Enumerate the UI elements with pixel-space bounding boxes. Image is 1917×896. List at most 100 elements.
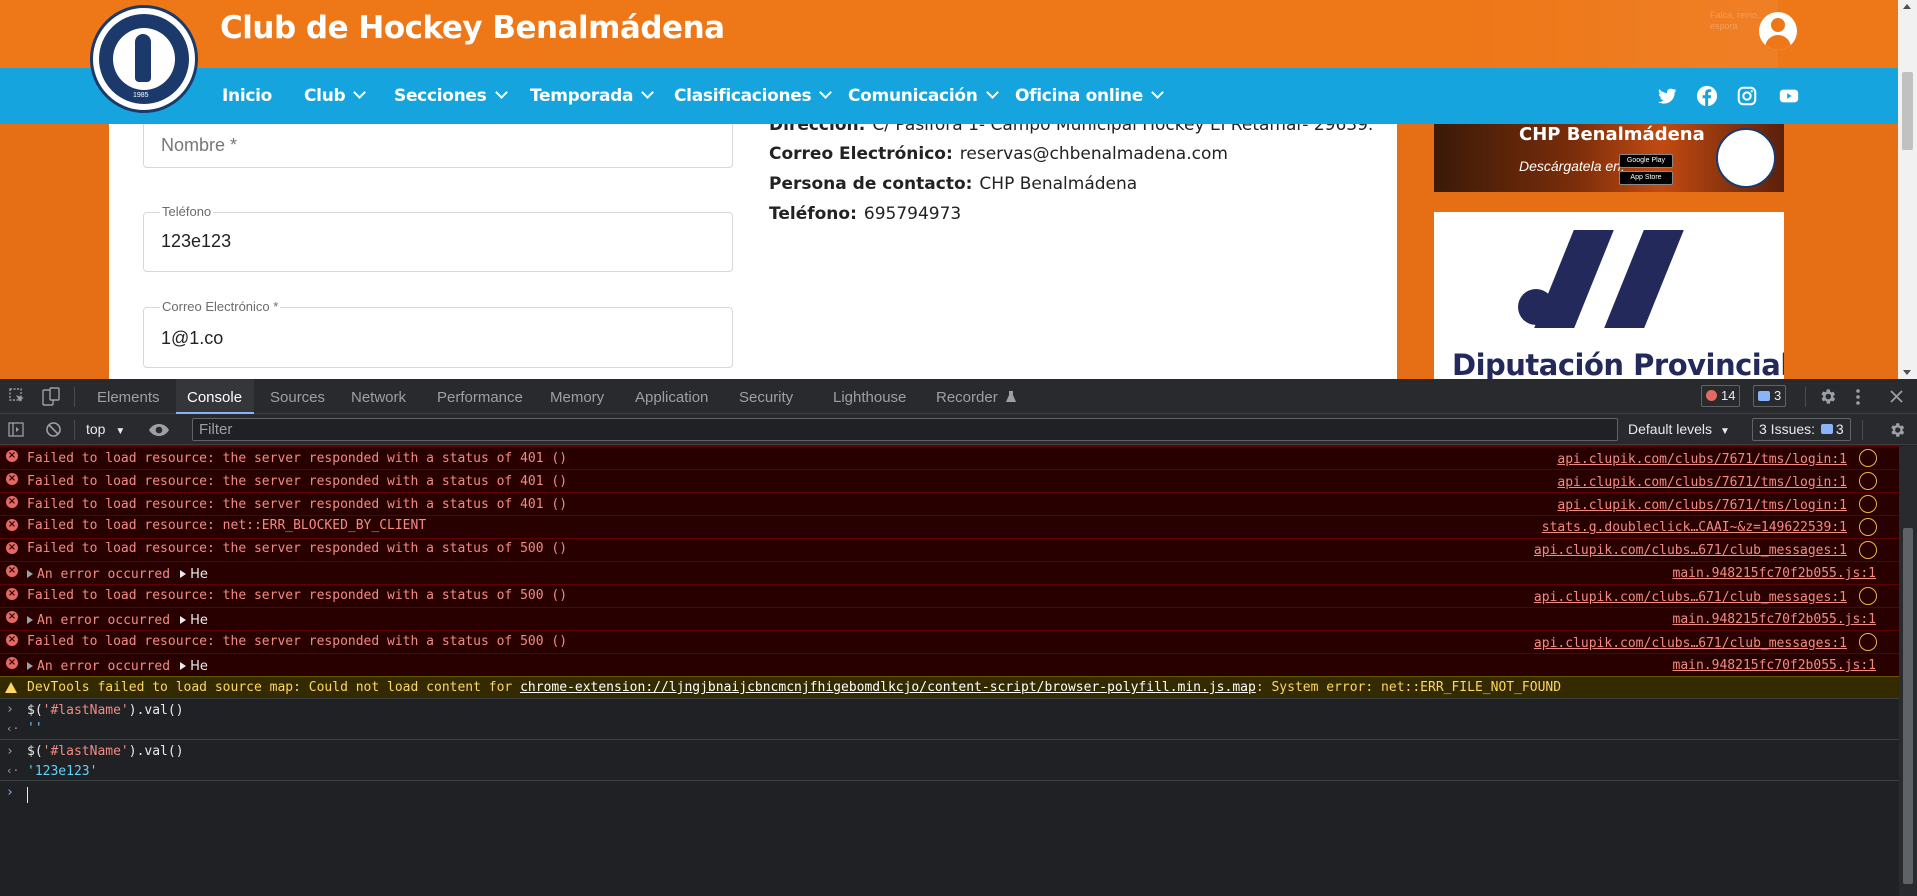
nav-item-temporada[interactable]: Temporada <box>530 86 655 106</box>
message-count-badge[interactable]: 3 <box>1753 385 1787 407</box>
console-input-line[interactable]: › <box>0 780 1899 810</box>
info-phone-value[interactable]: 695794973 <box>864 204 961 224</box>
error-icon: × <box>6 473 18 485</box>
goto-network-icon[interactable] <box>1859 541 1877 559</box>
error-group-message[interactable]: An error occurred He <box>27 567 208 582</box>
nav-item-inicio[interactable]: Inicio <box>222 86 272 106</box>
log-levels-select[interactable]: Default levels ▼ <box>1628 421 1730 437</box>
error-source-link[interactable]: api.clupik.com/clubs/7671/tms/login:1 <box>1557 498 1847 513</box>
twitter-icon[interactable] <box>1656 85 1678 107</box>
tab-elements[interactable]: Elements <box>97 389 160 406</box>
scroll-up-arrow-icon[interactable] <box>1903 4 1911 9</box>
device-toolbar-icon[interactable] <box>42 387 60 406</box>
clear-console-icon[interactable] <box>45 421 62 438</box>
banner-subtitle: Descárgatela en: <box>1519 158 1625 174</box>
filter-placeholder: Filter <box>199 421 233 438</box>
error-source-link[interactable]: api.clupik.com/clubs…671/club_messages:1 <box>1534 636 1847 651</box>
instagram-icon[interactable] <box>1736 85 1758 107</box>
error-source-link[interactable]: main.948215fc70f2b055.js:1 <box>1673 658 1877 673</box>
info-contact: Persona de contacto: CHP Benalmádena <box>769 174 1137 194</box>
error-source-link[interactable]: api.clupik.com/clubs/7671/tms/login:1 <box>1557 475 1847 490</box>
error-icon: × <box>6 657 18 669</box>
console-settings-gear-icon[interactable] <box>1888 421 1906 439</box>
tab-performance[interactable]: Performance <box>437 389 523 406</box>
console-error-group-row[interactable]: × An error occurred He main.948215fc70f2b… <box>0 653 1899 676</box>
error-icon: × <box>6 634 18 646</box>
error-source-link[interactable]: api.clupik.com/clubs…671/club_messages:1 <box>1534 590 1847 605</box>
user-account-icon[interactable] <box>1759 12 1797 50</box>
issues-button[interactable]: 3 Issues: 3 <box>1752 418 1851 441</box>
google-play-badge[interactable]: Google Play <box>1619 154 1673 168</box>
live-expression-eye-icon[interactable] <box>148 423 170 437</box>
console-error-row: × Failed to load resource: the server re… <box>0 630 1899 653</box>
tab-recorder[interactable]: Recorder <box>936 389 1016 406</box>
context-select[interactable]: top ▼ <box>86 421 125 437</box>
nav-item-club[interactable]: Club <box>304 86 367 106</box>
app-download-banner[interactable]: CHP Benalmádena Descárgatela en: Google … <box>1434 124 1784 192</box>
app-store-badge[interactable]: App Store <box>1619 171 1673 185</box>
error-group-message[interactable]: An error occurred He <box>27 613 208 628</box>
chevron-down-icon <box>641 86 655 99</box>
console-input[interactable] <box>27 785 28 805</box>
error-source-link[interactable]: api.clupik.com/clubs…671/club_messages:1 <box>1534 543 1847 558</box>
console-scrollbar[interactable] <box>1899 446 1917 896</box>
goto-network-icon[interactable] <box>1859 633 1877 651</box>
input-prompt-icon: › <box>6 785 14 800</box>
info-email-value[interactable]: reservas@chbenalmadena.com <box>960 144 1228 164</box>
settings-gear-icon[interactable] <box>1818 387 1837 406</box>
tab-sources[interactable]: Sources <box>270 389 325 406</box>
club-logo[interactable]: 1985 <box>90 5 198 113</box>
error-source-link[interactable]: main.948215fc70f2b055.js:1 <box>1673 566 1877 581</box>
error-source-link[interactable]: stats.g.doubleclick…CAAI~&z=149622539:1 <box>1542 520 1847 535</box>
tab-lighthouse[interactable]: Lighthouse <box>833 389 906 406</box>
scrollbar-thumb[interactable] <box>1903 528 1913 884</box>
nav-item-oficina-online[interactable]: Oficina online <box>1015 86 1164 106</box>
sponsor-diputacion[interactable]: Diputación Provincial <box>1434 212 1784 379</box>
facebook-icon[interactable] <box>1696 85 1718 107</box>
info-email-label: Correo Electrónico: <box>769 144 953 164</box>
page-scrollbar[interactable] <box>1898 0 1917 379</box>
nav-item-clasificaciones[interactable]: Clasificaciones <box>674 86 833 106</box>
scrollbar-thumb[interactable] <box>1902 72 1913 150</box>
console-error-row: × Failed to load resource: the server re… <box>0 492 1899 515</box>
console-command-entry: › $('#lastName').val() ‹· '' <box>0 698 1899 739</box>
console-error-group-row[interactable]: × An error occurred He main.948215fc70f2b… <box>0 561 1899 584</box>
goto-network-icon[interactable] <box>1859 587 1877 605</box>
info-email: Correo Electrónico: reservas@chbenalmaden… <box>769 144 1228 164</box>
tab-network[interactable]: Network <box>351 389 406 406</box>
error-count-badge[interactable]: 14 <box>1701 385 1741 407</box>
tab-console[interactable]: Console <box>187 389 242 406</box>
nav-item-secciones[interactable]: Secciones <box>394 86 508 106</box>
info-phone: Teléfono: 695794973 <box>769 204 961 224</box>
error-source-link[interactable]: api.clupik.com/clubs/7671/tms/login:1 <box>1557 452 1847 467</box>
goto-network-icon[interactable] <box>1859 495 1877 513</box>
error-source-link[interactable]: main.948215fc70f2b055.js:1 <box>1673 612 1877 627</box>
logo-year: 1985 <box>133 92 149 99</box>
tab-memory[interactable]: Memory <box>550 389 604 406</box>
close-devtools-icon[interactable] <box>1890 390 1903 403</box>
inspect-element-icon[interactable] <box>9 388 26 405</box>
goto-network-icon[interactable] <box>1859 449 1877 467</box>
sponsor-logo-bar <box>1534 230 1614 328</box>
email-field[interactable]: Correo Electrónico * 1@1.co <box>143 299 733 368</box>
error-group-message[interactable]: An error occurred He <box>27 659 208 674</box>
console-filter-input[interactable]: Filter <box>192 418 1618 441</box>
phone-field[interactable]: Teléfono 123e123 <box>143 204 733 272</box>
tab-application[interactable]: Application <box>635 389 708 406</box>
goto-network-icon[interactable] <box>1859 518 1877 536</box>
goto-network-icon[interactable] <box>1859 472 1877 490</box>
site-header: Falca, reino, espora Club de Hockey Bena… <box>0 0 1898 68</box>
nav-item-comunicacion[interactable]: Comunicación <box>848 86 999 106</box>
scroll-down-arrow-icon[interactable] <box>1903 370 1911 375</box>
console-error-group-row[interactable]: × An error occurred He main.948215fc70f2b… <box>0 607 1899 630</box>
error-icon: × <box>6 450 18 462</box>
sidebar-toggle-icon[interactable] <box>8 422 24 437</box>
chevron-down-icon <box>494 86 508 99</box>
youtube-icon[interactable] <box>1778 85 1800 107</box>
more-options-icon[interactable] <box>1855 388 1861 406</box>
tab-security[interactable]: Security <box>739 389 793 406</box>
error-icon: × <box>6 496 18 508</box>
warning-link[interactable]: chrome-extension://ljngjbnaijcbncmcnjfhi… <box>520 680 1256 695</box>
site-title[interactable]: Club de Hockey Benalmádena <box>220 10 725 46</box>
error-message: Failed to load resource: net::ERR_BLOCKE… <box>27 518 427 533</box>
